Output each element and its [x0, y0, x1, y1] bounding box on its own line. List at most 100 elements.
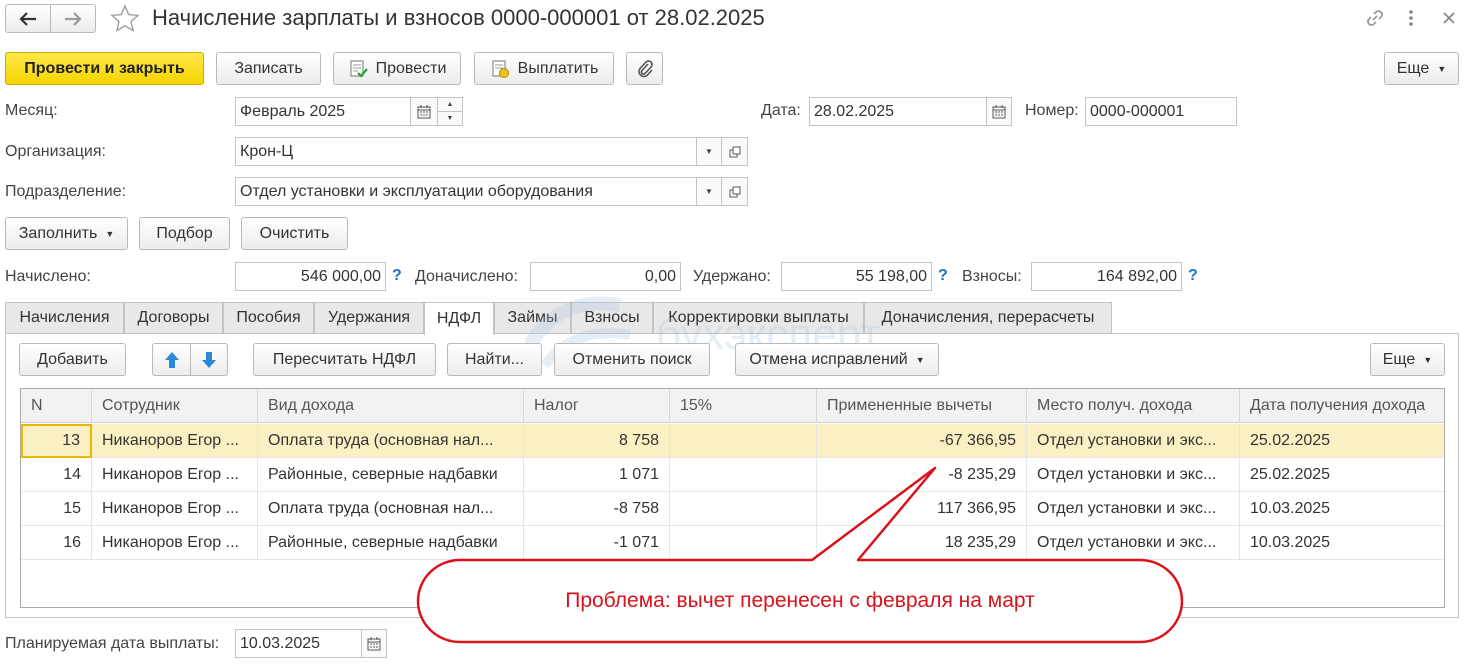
- employee-cell[interactable]: Никаноров Егор ...: [92, 526, 258, 560]
- column-header-deductions[interactable]: Примененные вычеты: [817, 389, 1027, 423]
- income-place-cell[interactable]: Отдел установки и экс...: [1027, 424, 1240, 458]
- move-down-button[interactable]: [190, 343, 228, 376]
- close-icon[interactable]: [1440, 9, 1458, 27]
- month-stepper-down[interactable]: ▼: [437, 111, 463, 126]
- stepper-down-icon: ▼: [446, 115, 454, 122]
- favorite-star-icon[interactable]: [110, 4, 140, 34]
- tax-cell[interactable]: -8 758: [524, 492, 670, 526]
- tab-benefits[interactable]: Пособия: [223, 302, 314, 333]
- department-dropdown-button[interactable]: ▼: [696, 177, 722, 206]
- number-field[interactable]: 0000-000001: [1085, 97, 1237, 126]
- panel-more-button[interactable]: Еще ▼: [1370, 343, 1445, 376]
- percent-15-cell[interactable]: [670, 458, 817, 492]
- table-row[interactable]: 16 Никаноров Егор ... Районные, северные…: [21, 526, 1444, 560]
- table-row[interactable]: 13 Никаноров Егор ... Оплата труда (осно…: [21, 424, 1444, 458]
- date-calendar-button[interactable]: [986, 97, 1012, 126]
- clear-button[interactable]: Очистить: [241, 217, 348, 250]
- deductions-cell[interactable]: -8 235,29: [817, 458, 1027, 492]
- row-number-cell[interactable]: 16: [21, 526, 92, 560]
- income-date-cell[interactable]: 10.03.2025: [1240, 526, 1444, 560]
- arrow-left-icon: [19, 11, 36, 26]
- column-header-tax[interactable]: Налог: [524, 389, 670, 423]
- date-label: Дата:: [761, 102, 801, 119]
- tax-cell[interactable]: 8 758: [524, 424, 670, 458]
- find-button[interactable]: Найти...: [447, 343, 542, 376]
- contributions-field: 164 892,00: [1031, 262, 1182, 291]
- income-type-cell[interactable]: Оплата труда (основная нал...: [258, 492, 524, 526]
- income-place-cell[interactable]: Отдел установки и экс...: [1027, 492, 1240, 526]
- column-header-income-date[interactable]: Дата получения дохода: [1240, 389, 1444, 423]
- row-number-cell[interactable]: 14: [21, 458, 92, 492]
- attach-button[interactable]: [626, 52, 663, 85]
- percent-15-cell[interactable]: [670, 424, 817, 458]
- percent-15-cell[interactable]: [670, 492, 817, 526]
- more-vertical-icon[interactable]: [1404, 7, 1418, 29]
- column-header-income-place[interactable]: Место получ. дохода: [1027, 389, 1240, 423]
- organization-field[interactable]: Крон-Ц: [235, 137, 697, 166]
- save-button[interactable]: Записать: [216, 52, 321, 85]
- income-place-cell[interactable]: Отдел установки и экс...: [1027, 526, 1240, 560]
- contributions-help-icon[interactable]: ?: [1188, 267, 1198, 285]
- pay-date-calendar-button[interactable]: [361, 629, 387, 658]
- tab-contracts[interactable]: Договоры: [124, 302, 223, 333]
- more-button[interactable]: Еще ▼: [1384, 52, 1459, 85]
- tax-cell[interactable]: -1 071: [524, 526, 670, 560]
- employee-cell[interactable]: Никаноров Егор ...: [92, 424, 258, 458]
- planned-pay-date-field[interactable]: 10.03.2025: [235, 629, 362, 658]
- post-and-close-button[interactable]: Провести и закрыть: [5, 52, 204, 85]
- tab-ndfl[interactable]: НДФЛ: [424, 302, 494, 335]
- organization-dropdown-button[interactable]: ▼: [696, 137, 722, 166]
- percent-15-cell[interactable]: [670, 526, 817, 560]
- income-date-cell[interactable]: 10.03.2025: [1240, 492, 1444, 526]
- open-window-icon: [729, 186, 740, 197]
- withheld-help-icon[interactable]: ?: [938, 267, 948, 285]
- planned-pay-date-label: Планируемая дата выплаты:: [5, 635, 220, 652]
- month-field[interactable]: Февраль 2025: [235, 97, 411, 126]
- tax-cell[interactable]: 1 071: [524, 458, 670, 492]
- forward-button[interactable]: [50, 4, 96, 33]
- column-header-employee[interactable]: Сотрудник: [92, 389, 258, 423]
- cancel-corrections-button[interactable]: Отмена исправлений ▼: [735, 343, 939, 376]
- date-field[interactable]: 28.02.2025: [809, 97, 987, 126]
- income-date-cell[interactable]: 25.02.2025: [1240, 424, 1444, 458]
- column-header-15-percent[interactable]: 15%: [670, 389, 817, 423]
- month-calendar-button[interactable]: [410, 97, 438, 126]
- accrued-help-icon[interactable]: ?: [392, 267, 402, 285]
- row-number-cell[interactable]: 13: [21, 424, 92, 458]
- income-type-cell[interactable]: Оплата труда (основная нал...: [258, 424, 524, 458]
- employee-cell[interactable]: Никаноров Егор ...: [92, 458, 258, 492]
- organization-open-button[interactable]: [721, 137, 748, 166]
- table-row[interactable]: 14 Никаноров Егор ... Районные, северные…: [21, 458, 1444, 492]
- select-button[interactable]: Подбор: [139, 217, 230, 250]
- dropdown-caret-icon: ▼: [705, 147, 713, 156]
- tab-recalculations[interactable]: Доначисления, перерасчеты: [864, 302, 1112, 333]
- row-number-cell[interactable]: 15: [21, 492, 92, 526]
- add-row-button[interactable]: Добавить: [19, 343, 126, 376]
- column-header-income-type[interactable]: Вид дохода: [258, 389, 524, 423]
- link-icon[interactable]: [1364, 7, 1386, 29]
- recalculate-ndfl-button[interactable]: Пересчитать НДФЛ: [253, 343, 436, 376]
- post-document-icon: [350, 60, 368, 78]
- employee-cell[interactable]: Никаноров Егор ...: [92, 492, 258, 526]
- income-date-cell[interactable]: 25.02.2025: [1240, 458, 1444, 492]
- department-open-button[interactable]: [721, 177, 748, 206]
- income-type-cell[interactable]: Районные, северные надбавки: [258, 458, 524, 492]
- deductions-cell[interactable]: 117 366,95: [817, 492, 1027, 526]
- income-place-cell[interactable]: Отдел установки и экс...: [1027, 458, 1240, 492]
- month-stepper-up[interactable]: ▲: [437, 97, 463, 112]
- department-field[interactable]: Отдел установки и эксплуатации оборудова…: [235, 177, 697, 206]
- cancel-search-button[interactable]: Отменить поиск: [554, 343, 710, 376]
- tab-deductions[interactable]: Удержания: [314, 302, 424, 333]
- column-header-n[interactable]: N: [21, 389, 92, 423]
- deductions-cell[interactable]: -67 366,95: [817, 424, 1027, 458]
- income-type-cell[interactable]: Районные, северные надбавки: [258, 526, 524, 560]
- deductions-cell[interactable]: 18 235,29: [817, 526, 1027, 560]
- post-button[interactable]: Провести: [333, 52, 461, 85]
- tab-accruals[interactable]: Начисления: [5, 302, 124, 333]
- fill-button[interactable]: Заполнить ▼: [5, 217, 128, 250]
- pay-button[interactable]: Выплатить: [474, 52, 614, 85]
- table-row[interactable]: 15 Никаноров Егор ... Оплата труда (осно…: [21, 492, 1444, 526]
- move-up-button[interactable]: [152, 343, 191, 376]
- month-label: Месяц:: [5, 102, 58, 119]
- back-button[interactable]: [5, 4, 51, 33]
